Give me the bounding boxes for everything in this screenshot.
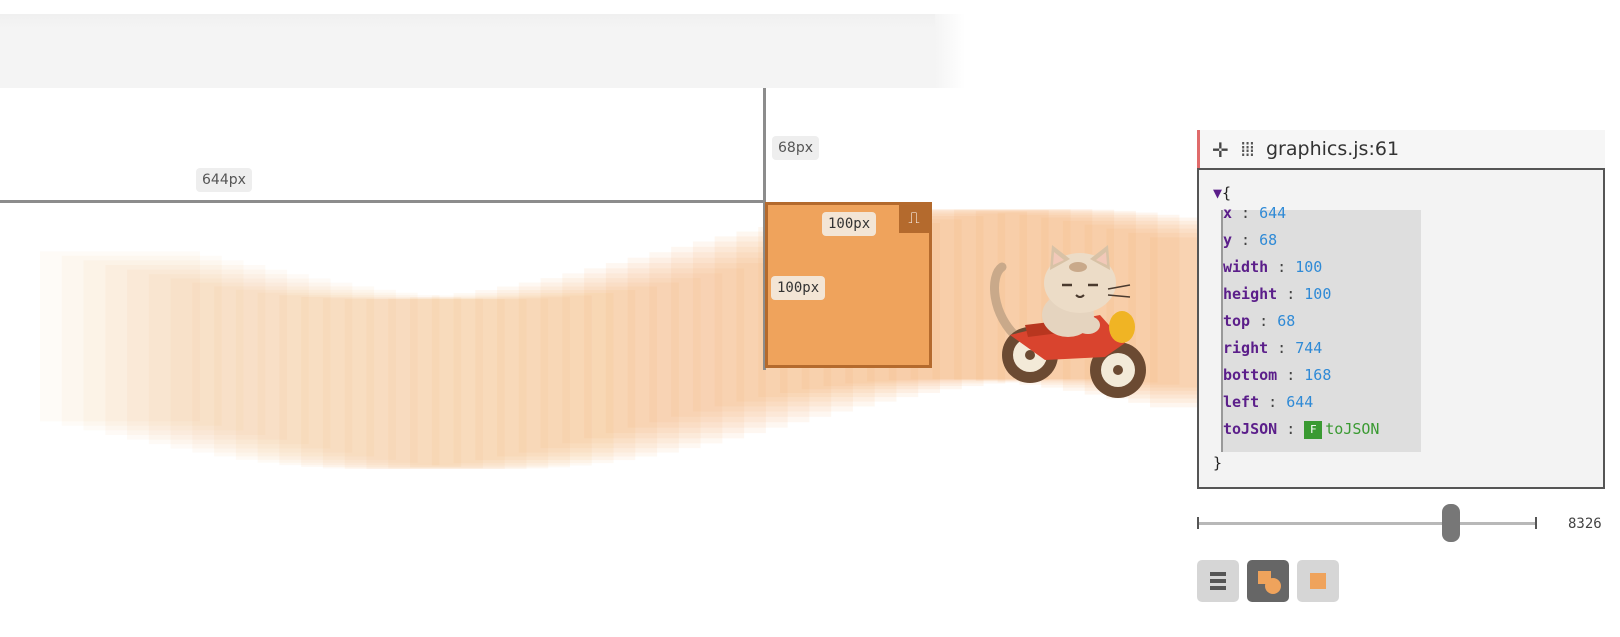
- property-value: toJSON: [1325, 420, 1380, 438]
- inspector-object-view: ▼{ x : 644 y : 68 width : 100 height : 100 t…: [1197, 168, 1605, 489]
- slider-start-tick: [1197, 517, 1199, 529]
- stamp-icon[interactable]: ⎍: [899, 205, 929, 233]
- property-value: 644: [1286, 393, 1314, 411]
- cat-motorcycle-image: [990, 245, 1146, 398]
- timeline-slider-thumb[interactable]: [1441, 504, 1460, 542]
- property-value: 744: [1295, 339, 1323, 357]
- property-value: 100: [1304, 285, 1332, 303]
- object-close: }: [1213, 454, 1223, 472]
- property-value: 68: [1277, 312, 1296, 330]
- width-label: 100px: [822, 212, 877, 236]
- property-row-bottom[interactable]: bottom : 168: [1223, 362, 1331, 388]
- property-row-toJSON[interactable]: toJSON : FtoJSON: [1223, 416, 1379, 442]
- property-value: 168: [1304, 366, 1332, 384]
- shapes-icon: [1258, 571, 1281, 594]
- timeline-slider-track[interactable]: [1197, 522, 1535, 525]
- property-value: 100: [1295, 258, 1323, 276]
- square-icon: [1310, 573, 1326, 589]
- property-key: bottom: [1223, 366, 1278, 384]
- list-icon: [1210, 572, 1226, 590]
- move-icon[interactable]: ✛: [1212, 138, 1229, 162]
- collapse-triangle-icon[interactable]: ▼: [1213, 184, 1222, 202]
- property-value: 644: [1259, 204, 1287, 222]
- property-row-left[interactable]: left : 644: [1223, 389, 1313, 415]
- mode-button-box[interactable]: [1297, 560, 1339, 602]
- property-row-height[interactable]: height : 100: [1223, 281, 1331, 307]
- property-key: width: [1223, 258, 1269, 276]
- property-key: height: [1223, 285, 1278, 303]
- slider-end-tick: [1535, 517, 1537, 529]
- property-row-top[interactable]: top : 68: [1223, 308, 1295, 334]
- y-measure-label: 68px: [772, 136, 819, 160]
- function-badge-icon: F: [1304, 420, 1323, 439]
- property-key: right: [1223, 339, 1269, 357]
- inspector-title[interactable]: graphics.js:61: [1266, 138, 1399, 160]
- mode-button-list[interactable]: [1197, 560, 1239, 602]
- property-key: top: [1223, 312, 1251, 330]
- inspector-header[interactable]: ✛ ⁞⁞⁞ graphics.js:61: [1197, 130, 1605, 168]
- property-key: toJSON: [1223, 420, 1278, 438]
- property-key: y: [1223, 231, 1233, 249]
- property-row-x[interactable]: x : 644: [1223, 200, 1286, 226]
- property-row-right[interactable]: right : 744: [1223, 335, 1322, 361]
- mode-button-shapes[interactable]: [1247, 560, 1289, 602]
- x-measure-label: 644px: [196, 168, 252, 192]
- property-row-width[interactable]: width : 100: [1223, 254, 1322, 280]
- height-label: 100px: [771, 276, 826, 300]
- property-value: 68: [1259, 231, 1278, 249]
- property-row-y[interactable]: y : 68: [1223, 227, 1277, 253]
- x-measure-line: [0, 200, 765, 203]
- property-key: x: [1223, 204, 1233, 222]
- drag-grip-icon[interactable]: ⁞⁞⁞: [1240, 137, 1255, 161]
- property-key: left: [1223, 393, 1260, 411]
- timeline-value: 8326: [1568, 516, 1602, 532]
